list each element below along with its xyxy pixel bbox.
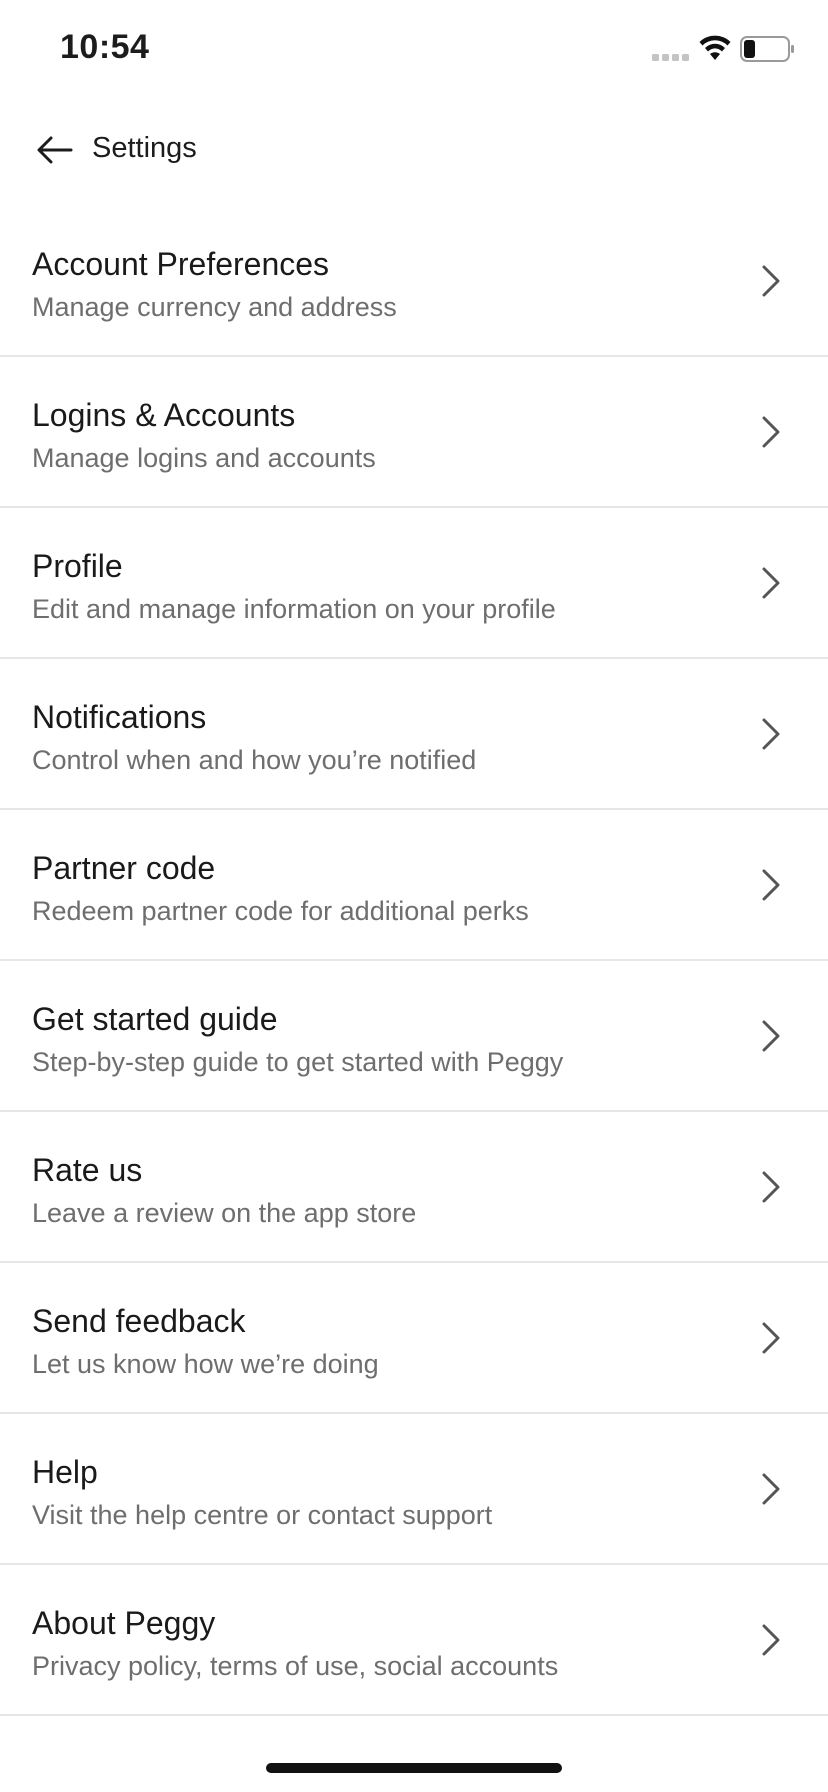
header: Settings [0, 118, 828, 182]
chevron-right-icon [762, 1171, 780, 1203]
settings-item-partner-code[interactable]: Partner code Redeem partner code for add… [0, 810, 828, 961]
settings-item-subtitle: Redeem partner code for additional perks [32, 896, 529, 926]
back-button[interactable] [32, 130, 78, 170]
arrow-left-icon [37, 136, 73, 164]
settings-item-title: Get started guide [32, 1001, 278, 1037]
settings-item-title: Account Preferences [32, 246, 330, 282]
settings-item-about-peggy[interactable]: About Peggy Privacy policy, terms of use… [0, 1565, 828, 1716]
battery-icon [740, 36, 794, 62]
settings-list: Account Preferences Manage currency and … [0, 206, 828, 1716]
chevron-right-icon [762, 1322, 780, 1354]
settings-item-subtitle: Leave a review on the app store [32, 1198, 417, 1228]
settings-item-title: Help [32, 1454, 98, 1490]
settings-item-title: Send feedback [32, 1303, 246, 1339]
status-time: 10:54 [60, 28, 150, 66]
cellular-signal-icon [652, 54, 689, 61]
chevron-right-icon [762, 869, 780, 901]
settings-item-title: Rate us [32, 1152, 143, 1188]
settings-item-subtitle: Manage logins and accounts [32, 443, 376, 473]
chevron-right-icon [762, 416, 780, 448]
settings-item-title: Logins & Accounts [32, 397, 296, 433]
settings-item-account-preferences[interactable]: Account Preferences Manage currency and … [0, 206, 828, 357]
settings-item-subtitle: Privacy policy, terms of use, social acc… [32, 1651, 559, 1681]
settings-item-subtitle: Visit the help centre or contact support [32, 1500, 493, 1530]
page-title: Settings [92, 132, 197, 164]
settings-item-subtitle: Let us know how we’re doing [32, 1349, 379, 1379]
chevron-right-icon [762, 567, 780, 599]
settings-item-title: About Peggy [32, 1605, 216, 1641]
settings-item-subtitle: Control when and how you’re notified [32, 745, 477, 775]
settings-item-logins-accounts[interactable]: Logins & Accounts Manage logins and acco… [0, 357, 828, 508]
status-bar: 10:54 [0, 0, 828, 100]
home-indicator[interactable] [266, 1763, 562, 1773]
chevron-right-icon [762, 265, 780, 297]
settings-item-subtitle: Step-by-step guide to get started with P… [32, 1047, 564, 1077]
settings-item-get-started-guide[interactable]: Get started guide Step-by-step guide to … [0, 961, 828, 1112]
settings-item-title: Profile [32, 548, 123, 584]
settings-item-profile[interactable]: Profile Edit and manage information on y… [0, 508, 828, 659]
settings-item-notifications[interactable]: Notifications Control when and how you’r… [0, 659, 828, 810]
chevron-right-icon [762, 1473, 780, 1505]
settings-item-rate-us[interactable]: Rate us Leave a review on the app store [0, 1112, 828, 1263]
settings-item-subtitle: Edit and manage information on your prof… [32, 594, 556, 624]
settings-item-title: Partner code [32, 850, 216, 886]
wifi-icon [699, 35, 731, 60]
chevron-right-icon [762, 718, 780, 750]
settings-item-title: Notifications [32, 699, 207, 735]
settings-item-send-feedback[interactable]: Send feedback Let us know how we’re doin… [0, 1263, 828, 1414]
settings-item-help[interactable]: Help Visit the help centre or contact su… [0, 1414, 828, 1565]
chevron-right-icon [762, 1020, 780, 1052]
chevron-right-icon [762, 1624, 780, 1656]
settings-item-subtitle: Manage currency and address [32, 292, 397, 322]
